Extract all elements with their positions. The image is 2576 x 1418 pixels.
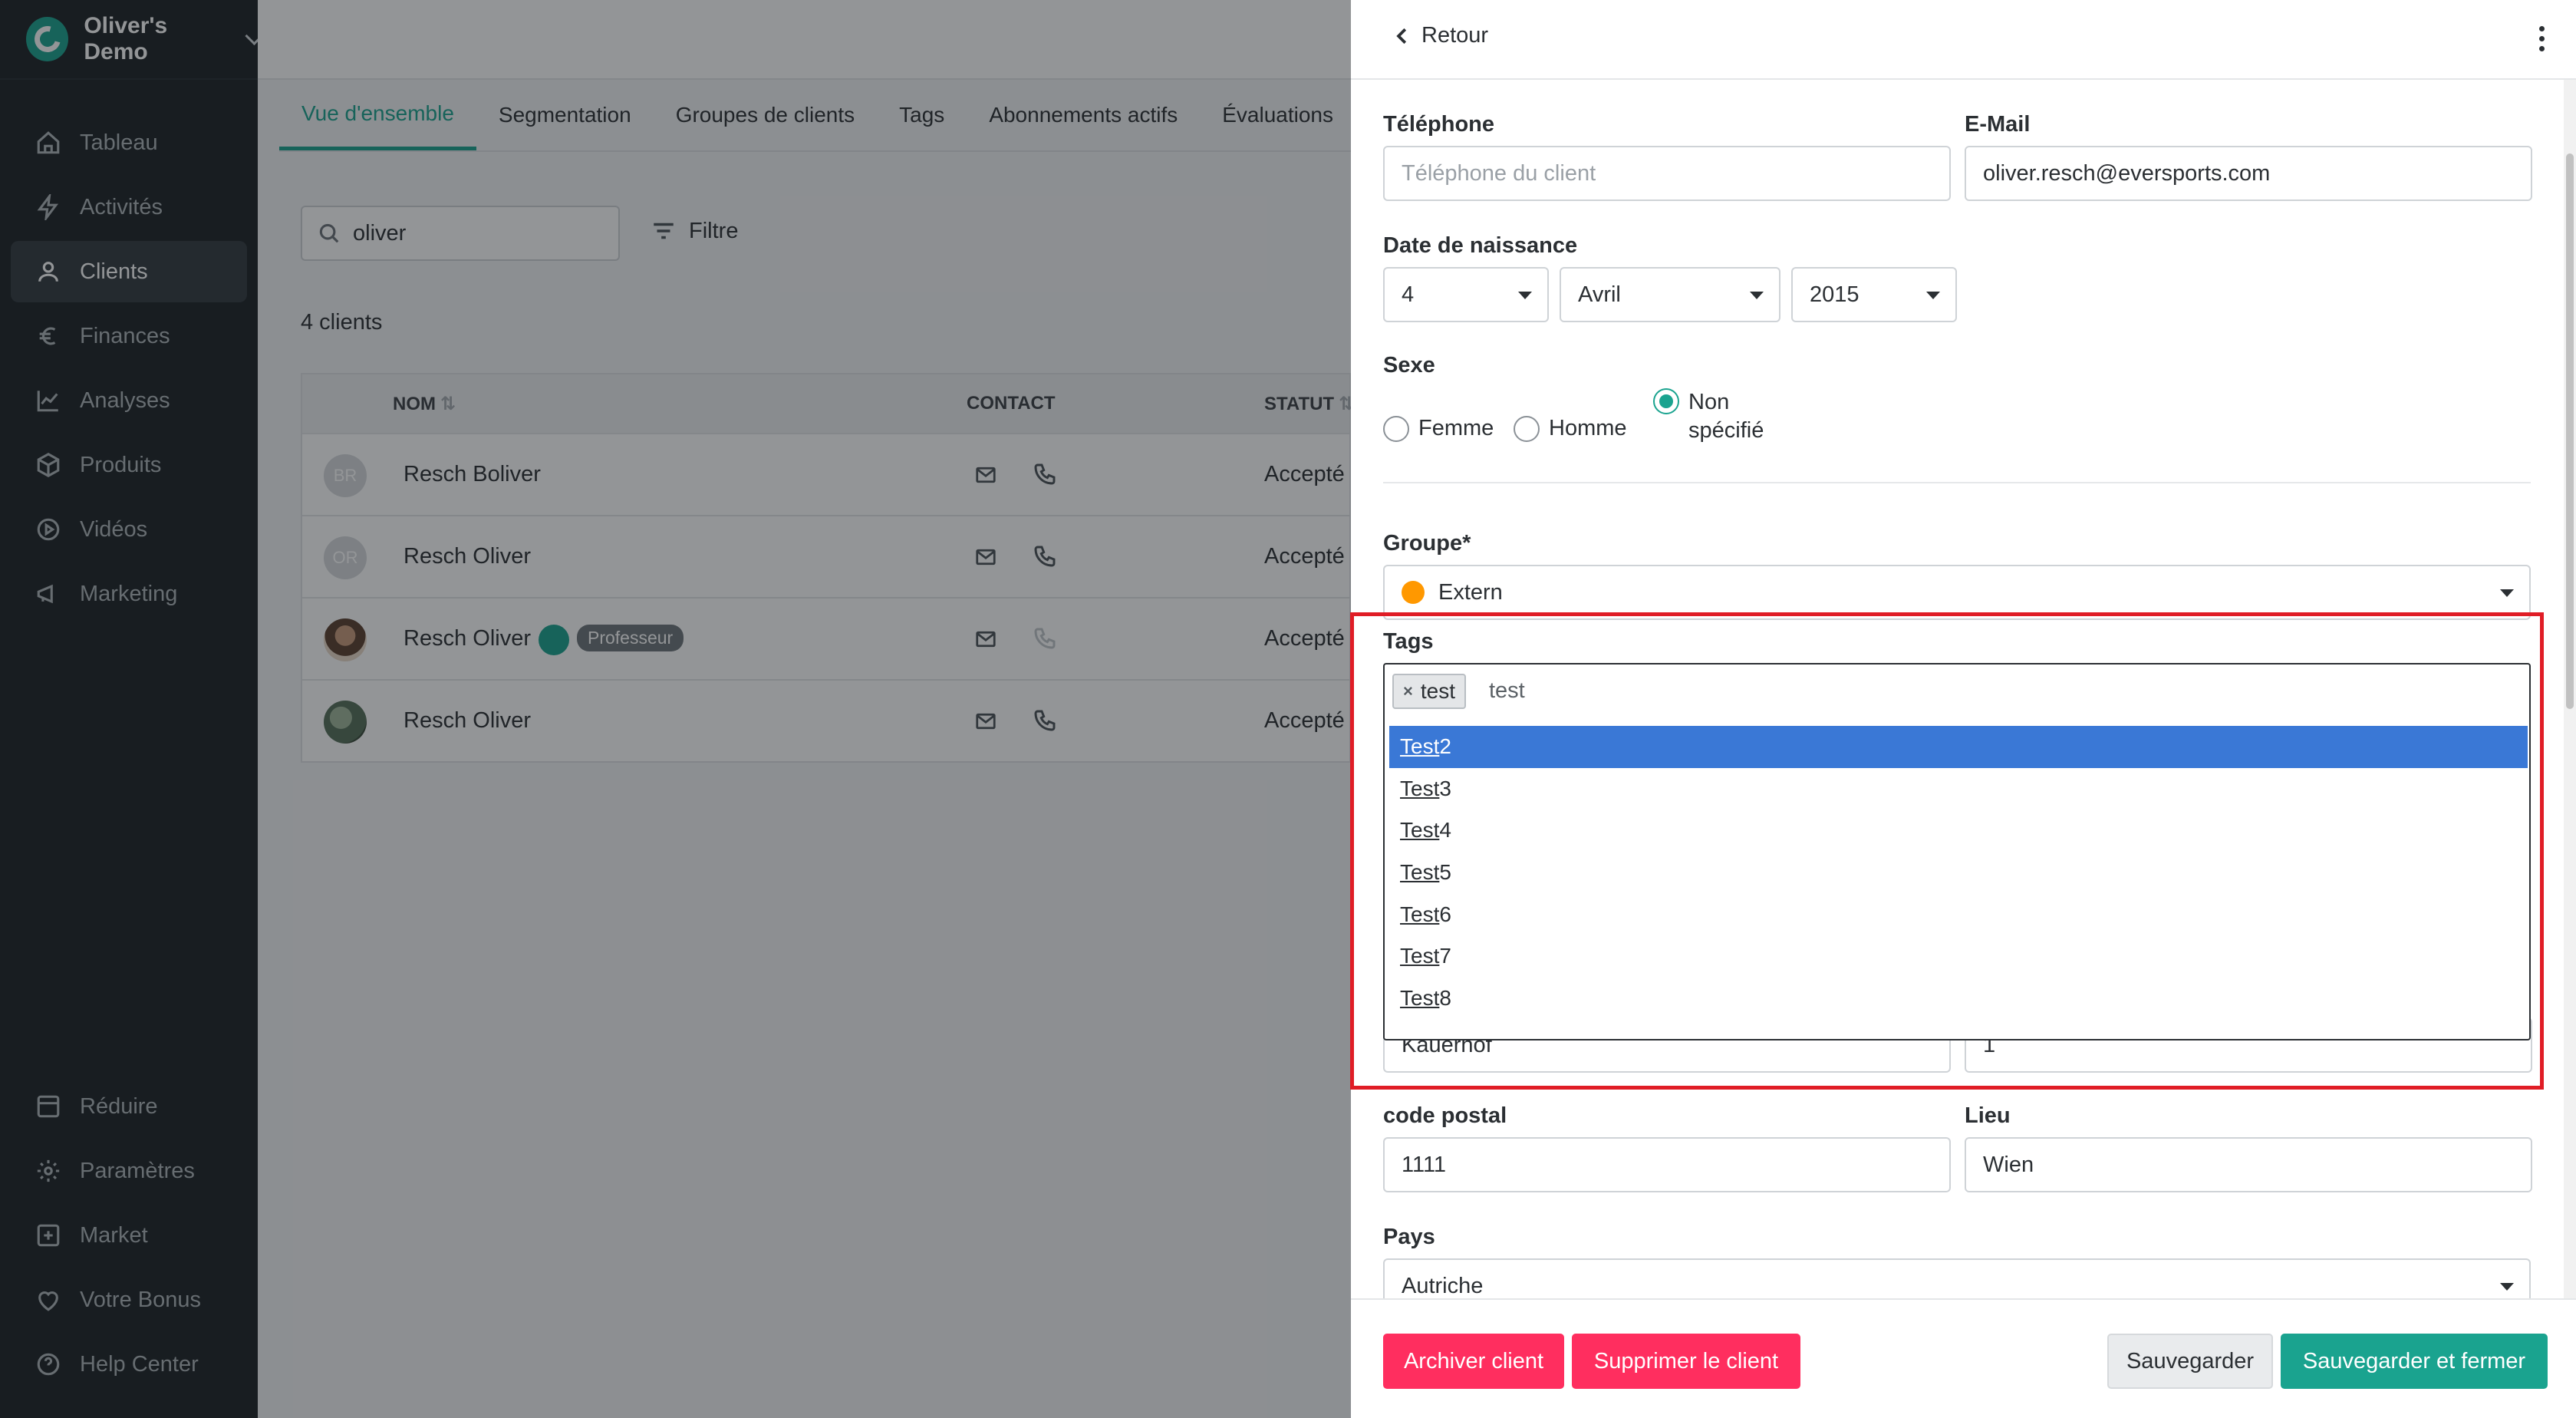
birthdate-label: Date de naissance <box>1383 233 1578 258</box>
tag-option[interactable]: Test 7 <box>1389 935 2528 978</box>
save-button[interactable]: Sauvegarder <box>2107 1334 2273 1389</box>
drawer-header: Retour <box>1351 0 2576 80</box>
scrollbar-thumb[interactable] <box>2566 153 2574 709</box>
birth-year-select[interactable]: 2015 <box>1791 267 1957 322</box>
group-label: Groupe* <box>1383 531 1471 556</box>
radio-circle <box>1514 416 1540 442</box>
city-label: Lieu <box>1965 1103 2011 1128</box>
drawer-footer: Archiver client Supprimer le client Sauv… <box>1351 1298 2576 1418</box>
tags-label: Tags <box>1383 629 1434 654</box>
caret-down-icon <box>2500 1283 2514 1291</box>
gender-radio-homme[interactable]: Homme <box>1514 416 1627 442</box>
birth-month-select[interactable]: Avril <box>1560 267 1780 322</box>
email-label: E-Mail <box>1965 112 2031 137</box>
phone-field[interactable]: Téléphone du client <box>1383 146 1951 201</box>
tags-input[interactable]: × test test <box>1385 664 2529 718</box>
gender-label: Sexe <box>1383 353 1435 378</box>
modal-backdrop[interactable] <box>0 0 1351 1418</box>
tag-option[interactable]: Test 8 <box>1389 978 2528 1020</box>
delete-client-button[interactable]: Supprimer le client <box>1572 1334 1800 1389</box>
gender-radio-non-specifie[interactable]: Non spécifié <box>1653 388 1784 445</box>
postal-code-field[interactable]: 1111 <box>1383 1137 1951 1192</box>
archive-client-button[interactable]: Archiver client <box>1383 1334 1564 1389</box>
tag-option[interactable]: Test 3 <box>1389 768 2528 810</box>
tag-chip[interactable]: × test <box>1392 674 1466 709</box>
phone-label: Téléphone <box>1383 112 1495 137</box>
more-options-icon[interactable] <box>2539 26 2547 56</box>
drawer-scrollbar[interactable] <box>2564 80 2576 1298</box>
tags-options-list: Test 2 Test 3 Test 4 Test 5 Test 6 Test … <box>1389 726 2528 1019</box>
back-button[interactable]: Retour <box>1391 23 1488 48</box>
country-label: Pays <box>1383 1225 1435 1249</box>
remove-icon[interactable]: × <box>1403 681 1413 701</box>
tag-option[interactable]: Test 6 <box>1389 893 2528 935</box>
radio-circle <box>1383 416 1409 442</box>
tags-multiselect[interactable]: × test test Test 2 Test 3 Test 4 Test 5 … <box>1383 663 2531 1040</box>
birth-day-select[interactable]: 4 <box>1383 267 1549 322</box>
postal-label: code postal <box>1383 1103 1507 1128</box>
caret-down-icon <box>2500 589 2514 597</box>
group-select[interactable]: Extern <box>1383 565 2531 620</box>
save-and-close-button[interactable]: Sauvegarder et fermer <box>2281 1334 2548 1389</box>
city-field[interactable]: Wien <box>1965 1137 2532 1192</box>
radio-circle-selected <box>1653 388 1679 414</box>
caret-down-icon <box>1518 292 1532 299</box>
caret-down-icon <box>1926 292 1940 299</box>
chevron-left-icon <box>1396 28 1407 44</box>
section-divider <box>1383 482 2531 483</box>
caret-down-icon <box>1750 292 1764 299</box>
tag-option[interactable]: Test 4 <box>1389 810 2528 852</box>
gender-radio-femme[interactable]: Femme <box>1383 416 1494 442</box>
tag-option[interactable]: Test 5 <box>1389 852 2528 894</box>
email-field[interactable]: oliver.resch@eversports.com <box>1965 146 2532 201</box>
tag-option[interactable]: Test 2 <box>1389 726 2528 768</box>
group-color-dot <box>1402 581 1425 604</box>
client-edit-drawer: Retour Téléphone Téléphone du client E-M… <box>1351 0 2576 1418</box>
tags-typed-text: test <box>1489 678 1525 703</box>
